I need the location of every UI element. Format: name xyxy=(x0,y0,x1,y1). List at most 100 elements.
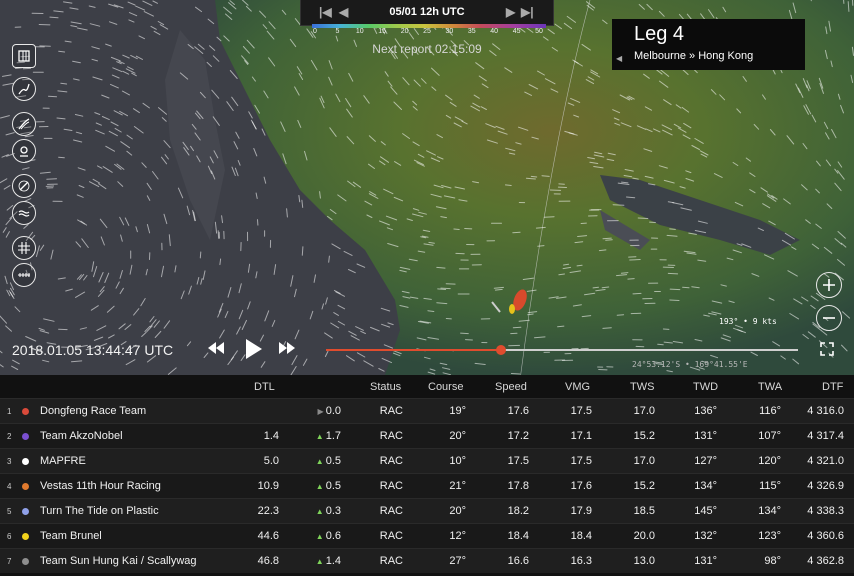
play-button[interactable] xyxy=(243,338,263,360)
rank: 7 xyxy=(7,557,12,566)
table-row[interactable]: 6 Team Brunel 44.6 RAC 12° 18.4 18.4 20.0 132° 12… xyxy=(0,523,854,548)
change-value: 0.5 xyxy=(325,455,341,467)
wind-map[interactable]: |◀ ◀ 05/01 12h UTC ▶ ▶| 0 5 10 15 20 25 30 35 40… xyxy=(0,0,854,375)
cell-dtl: 1.4 xyxy=(263,430,279,442)
cell-tws: 17.0 xyxy=(633,455,655,467)
team-name[interactable]: Team AkzoNobel xyxy=(40,430,123,442)
team-color-dot xyxy=(22,433,29,440)
fast-forward-button[interactable] xyxy=(278,338,296,358)
cell-twa: 115° xyxy=(759,480,781,492)
scale-tick-label: 40 xyxy=(490,28,499,35)
next-frame-button[interactable]: ▶ xyxy=(506,5,515,19)
team-name[interactable]: Dongfeng Race Team xyxy=(40,405,146,417)
cell-tws: 18.5 xyxy=(633,505,655,517)
timeline-thumb[interactable] xyxy=(495,345,506,355)
col-twa[interactable]: TWA xyxy=(758,381,782,393)
col-tws[interactable]: TWS xyxy=(630,381,654,393)
change-value: 0.5 xyxy=(325,480,341,492)
team-name[interactable]: MAPFRE xyxy=(40,455,86,467)
cell-course: 10° xyxy=(449,455,466,467)
table-header: DTL Status Course Speed VMG TWS TWD TWA … xyxy=(0,375,854,398)
route-icon[interactable] xyxy=(12,77,36,101)
cell-change: ▶ 0.0 xyxy=(318,405,341,417)
col-dtl[interactable]: DTL xyxy=(254,381,275,393)
leg-info-panel[interactable]: ◀ Leg 4 Melbourne » Hong Kong xyxy=(612,19,805,70)
scale-tick-label: 35 xyxy=(467,28,476,35)
cell-status: RAC xyxy=(379,430,403,442)
col-vmg[interactable]: VMG xyxy=(565,381,590,393)
team-color-dot xyxy=(22,458,29,465)
rank: 2 xyxy=(7,432,12,441)
scale-tick-label: 20 xyxy=(400,28,409,35)
cell-dtf: 4 316.0 xyxy=(807,405,844,417)
cell-twa: 120° xyxy=(758,455,781,467)
fullscreen-icon[interactable] xyxy=(820,342,834,356)
scale-tick-label: 0 xyxy=(313,28,317,35)
grid-icon[interactable] xyxy=(12,236,36,260)
change-value: 0.3 xyxy=(325,505,341,517)
col-speed[interactable]: Speed xyxy=(495,381,527,393)
cell-twd: 136° xyxy=(694,405,717,417)
cell-status: RAC xyxy=(379,530,403,542)
team-name[interactable]: Vestas 11th Hour Racing xyxy=(40,480,161,492)
waves-icon[interactable] xyxy=(12,201,36,225)
table-row[interactable]: 5 Turn The Tide on Plastic 22.3 RAC 20° 18.2 1… xyxy=(0,498,854,523)
table-row[interactable]: 1 Dongfeng Race Team RAC 19° 17.6 17.5 17.0 136… xyxy=(0,398,854,423)
last-frame-button[interactable]: ▶| xyxy=(521,5,534,19)
leg-title: Leg 4 xyxy=(634,23,685,45)
table-row[interactable]: 4 Vestas 11th Hour Racing 10.9 RAC 21° 17.8 17… xyxy=(0,473,854,498)
tracker-icon[interactable] xyxy=(12,139,36,163)
collapse-arrow-icon[interactable]: ◀ xyxy=(616,54,622,63)
cell-speed: 17.2 xyxy=(507,430,529,442)
team-color-dot xyxy=(22,483,29,490)
cell-change: ▲ 0.3 xyxy=(316,505,341,517)
team-name[interactable]: Team Sun Hung Kai / Scallywag xyxy=(40,555,197,567)
rewind-button[interactable] xyxy=(207,338,225,358)
cell-course: 21° xyxy=(449,480,466,492)
cell-twd: 131° xyxy=(694,555,717,567)
flat-arrow-icon: ▶ xyxy=(317,407,324,416)
cell-speed: 18.4 xyxy=(507,530,529,542)
compass-icon[interactable] xyxy=(12,174,36,198)
cell-tws: 17.0 xyxy=(633,405,655,417)
rank: 6 xyxy=(7,532,12,541)
cell-status: RAC xyxy=(379,405,403,417)
cell-speed: 17.5 xyxy=(507,455,529,467)
cell-course: 27° xyxy=(449,555,466,567)
cell-course: 19° xyxy=(449,405,466,417)
wind-readout: 193° • 9 kts xyxy=(719,317,777,326)
cell-dtf: 4 362.8 xyxy=(807,555,844,567)
up-arrow-icon: ▲ xyxy=(315,482,324,491)
rank: 5 xyxy=(7,507,12,516)
ruler-icon[interactable] xyxy=(12,263,36,287)
zoom-in-button[interactable] xyxy=(816,272,842,298)
map-icon[interactable] xyxy=(12,44,36,68)
timeline-progress xyxy=(326,349,501,351)
cell-twd: 134° xyxy=(694,480,717,492)
zoom-out-button[interactable] xyxy=(816,305,842,331)
col-twd[interactable]: TWD xyxy=(693,381,718,393)
cell-tws: 20.0 xyxy=(633,530,655,542)
col-status[interactable]: Status xyxy=(370,381,401,393)
wind-icon[interactable] xyxy=(12,112,36,136)
leg-route: Melbourne » Hong Kong xyxy=(634,50,754,62)
cell-vmg: 17.1 xyxy=(570,430,592,442)
cell-twa: 107° xyxy=(758,430,781,442)
cell-change: ▲ 0.6 xyxy=(316,530,341,542)
cell-tws: 15.2 xyxy=(633,430,655,442)
cell-course: 20° xyxy=(449,505,466,517)
team-name[interactable]: Turn The Tide on Plastic xyxy=(40,505,159,517)
table-row[interactable]: 7 Team Sun Hung Kai / Scallywag 46.8 RAC 27°… xyxy=(0,548,854,573)
table-row[interactable]: 2 Team AkzoNobel 1.4 RAC 20° 17.2 17.1 15.2 131°… xyxy=(0,423,854,448)
scale-tick-label: 5 xyxy=(335,28,340,35)
timeline-track[interactable] xyxy=(326,345,798,355)
cell-tws: 13.0 xyxy=(633,555,655,567)
team-name[interactable]: Team Brunel xyxy=(40,530,102,542)
cell-course: 20° xyxy=(449,430,466,442)
cell-vmg: 17.5 xyxy=(570,405,592,417)
cell-twa: 116° xyxy=(759,405,781,417)
col-course[interactable]: Course xyxy=(428,381,463,393)
table-row[interactable]: 3 MAPFRE 5.0 RAC 10° 17.5 17.5 17.0 127° 120° 4 32… xyxy=(0,448,854,473)
col-dtf[interactable]: DTF xyxy=(822,381,843,393)
cell-change: ▲ 0.5 xyxy=(316,480,341,492)
